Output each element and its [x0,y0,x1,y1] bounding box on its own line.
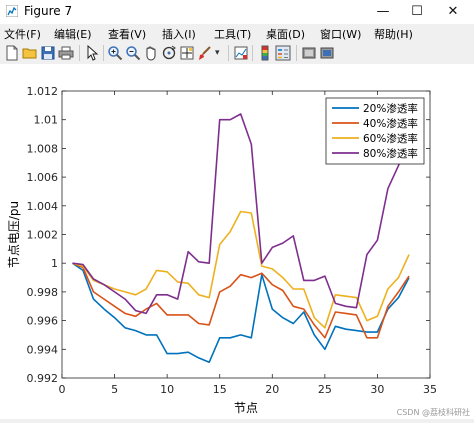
legend-icon[interactable] [275,45,291,61]
x-axis-label: 节点 [234,401,258,415]
menu-desktop[interactable]: 桌面(D) [266,26,305,42]
hide-plot-tools-icon[interactable] [301,45,317,61]
menu-help[interactable]: 帮助(H) [374,26,413,42]
minimize-button[interactable]: — [366,0,400,24]
zoom-in-icon[interactable] [107,45,123,61]
menu-window[interactable]: 窗口(W) [320,26,361,42]
toolbar-separator [296,45,297,61]
x-tick-label: 10 [160,383,174,396]
x-tick-label: 30 [370,383,384,396]
close-button[interactable]: ✕ [436,0,470,24]
watermark: CSDN @荔枝科研社 [397,407,470,417]
window-title: Figure 7 [24,4,73,18]
menu-file[interactable]: 文件(F) [4,26,41,42]
y-tick-label: 1 [51,257,58,270]
pan-icon[interactable] [143,45,159,61]
y-tick-label: 1.006 [27,171,59,184]
x-tick-label: 35 [423,383,437,396]
legend[interactable]: 20%渗透率 40%渗透率 60%渗透率 80%渗透率 [325,97,425,165]
legend-label: 60%渗透率 [363,132,418,145]
toolbar-separator [103,45,104,61]
brush-icon[interactable] [197,45,213,61]
y-tick-label: 1.004 [27,200,59,213]
y-tick-label: 0.992 [27,372,59,385]
rotate-3d-icon[interactable] [161,45,177,61]
title-bar: Figure 7 — ☐ ✕ [0,0,474,24]
matlab-figure-icon [6,5,18,17]
toolbar-separator [79,45,80,61]
y-tick-label: 1.012 [27,85,59,98]
menu-view[interactable]: 查看(V) [108,26,146,42]
figure-toolbar: ▾ [0,42,474,65]
y-tick-label: 0.994 [27,343,59,356]
save-icon[interactable] [40,45,56,61]
legend-label: 40%渗透率 [363,117,418,130]
zoom-out-icon[interactable] [125,45,141,61]
legend-label: 20%渗透率 [363,102,418,115]
menu-tools[interactable]: 工具(T) [214,26,251,42]
x-tick-label: 15 [213,383,227,396]
toolbar-separator [252,45,253,61]
maximize-button[interactable]: ☐ [400,0,434,24]
x-tick-label: 25 [318,383,332,396]
print-icon[interactable] [58,45,74,61]
open-file-icon[interactable] [22,45,38,61]
toolbar-separator [228,45,229,61]
new-figure-icon[interactable] [4,45,20,61]
y-tick-label: 1.008 [27,142,59,155]
y-axis-label: 节点电压/pu [7,201,21,268]
menu-insert[interactable]: 插入(I) [162,26,196,42]
x-tick-label: 0 [59,383,66,396]
x-tick-label: 5 [111,383,118,396]
link-plot-icon[interactable] [233,45,249,61]
menu-edit[interactable]: 编辑(E) [54,26,92,42]
data-cursor-icon[interactable] [179,45,195,61]
y-tick-label: 1.002 [27,229,59,242]
y-tick-label: 1.01 [34,114,59,127]
y-tick-label: 0.998 [27,286,59,299]
menu-bar: 文件(F) 编辑(E) 查看(V) 插入(I) 工具(T) 桌面(D) 窗口(W… [0,24,474,42]
colorbar-icon[interactable] [257,45,273,61]
figure-canvas: 0 5 10 15 20 25 30 35 0.992 0.994 0.996 0.998 1 1.002… [0,64,474,419]
show-plot-tools-icon[interactable] [319,45,335,61]
y-tick-label: 0.996 [27,315,59,328]
legend-label: 80%渗透率 [363,147,418,160]
pointer-icon[interactable] [84,45,100,61]
line-chart: 0 5 10 15 20 25 30 35 0.992 0.994 0.996 0.998 1 1.002… [7,85,470,417]
x-tick-label: 20 [265,383,279,396]
